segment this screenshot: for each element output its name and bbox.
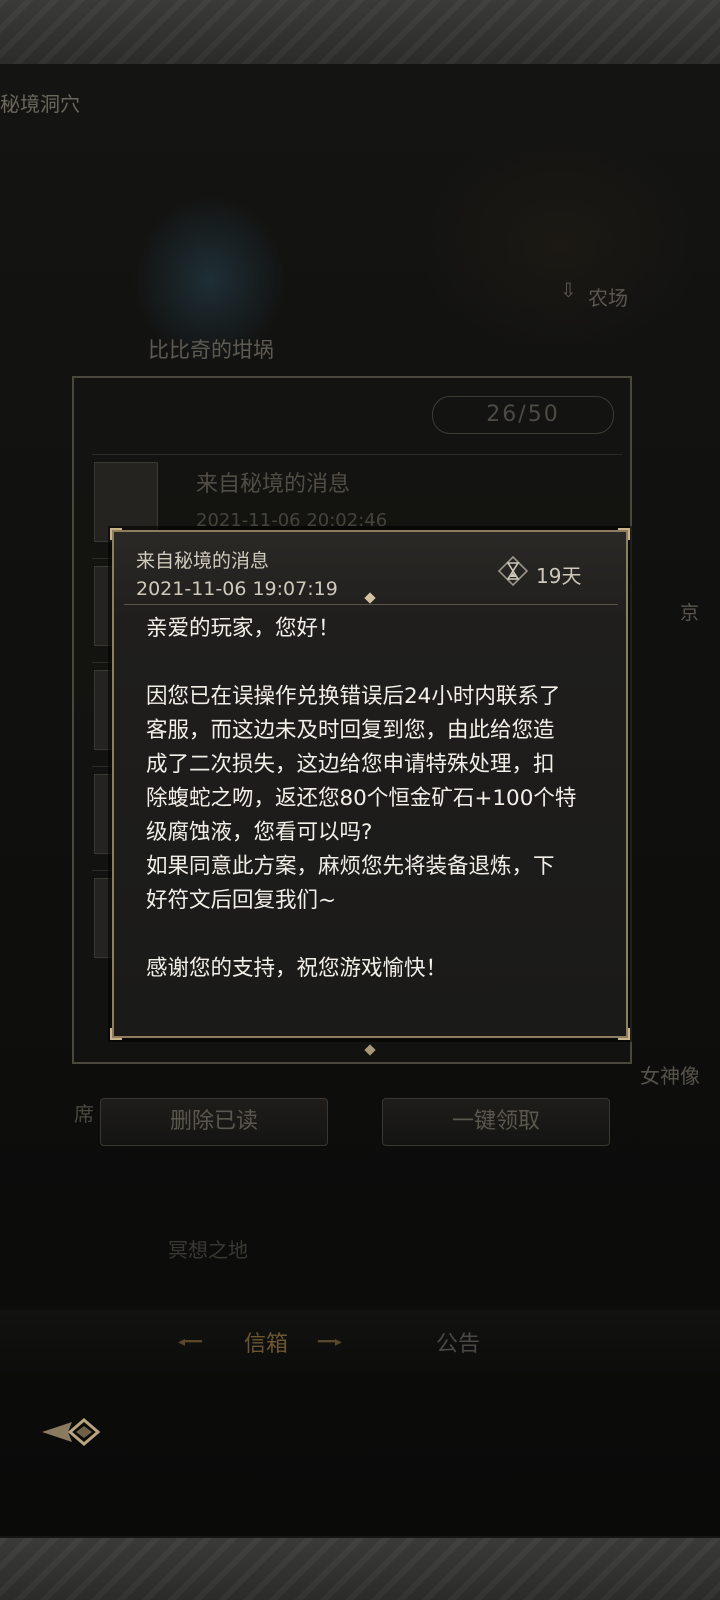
back-arrow-icon xyxy=(42,1418,101,1446)
list-item-time: 2021-11-06 20:02:46 xyxy=(196,510,388,531)
goddess-statue-label[interactable]: 女神像 xyxy=(640,1060,700,1089)
hourglass-icon xyxy=(498,556,528,586)
message-body: 亲爱的玩家，您好！ 因您已在误操作兑换错误后24小时内联系了 客服，而这边未及时… xyxy=(146,616,577,981)
days-remaining: 19天 xyxy=(536,564,582,588)
seat-label-fragment: 席 xyxy=(74,1102,94,1126)
tab-ornament-left-icon: ◂━━ xyxy=(178,1334,202,1350)
delete-read-button[interactable]: 删除已读 xyxy=(100,1098,328,1146)
claim-all-button[interactable]: 一键领取 xyxy=(382,1098,610,1146)
area-title: 秘境洞穴 xyxy=(0,92,80,116)
corner-ornament xyxy=(618,1028,630,1040)
farm-label[interactable]: 农场 xyxy=(588,282,628,311)
top-frame-border xyxy=(0,0,720,66)
back-button[interactable] xyxy=(38,1414,108,1450)
message-timestamp: 2021-11-06 19:07:19 xyxy=(136,578,338,600)
corner-ornament xyxy=(110,528,122,540)
tab-mailbox[interactable]: 信箱 xyxy=(244,1326,288,1358)
down-arrow-icon: ⇩ xyxy=(560,278,577,302)
corner-ornament xyxy=(618,528,630,540)
message-title: 来自秘境的消息 xyxy=(136,550,270,572)
dialog-divider xyxy=(124,604,618,605)
tab-ornament-right-icon: ━━▸ xyxy=(318,1334,342,1350)
bibiqi-label[interactable]: 比比奇的坩埚 xyxy=(148,334,274,364)
meditation-label[interactable]: 冥想之地 xyxy=(168,1234,248,1263)
side-label-fragment: 京 xyxy=(680,602,700,624)
list-item-title: 来自秘境的消息 xyxy=(196,472,351,497)
corner-ornament xyxy=(110,1028,122,1040)
mail-count: 26/50 xyxy=(432,396,614,434)
tab-notice[interactable]: 公告 xyxy=(436,1326,480,1358)
bottom-frame-border xyxy=(0,1536,720,1600)
